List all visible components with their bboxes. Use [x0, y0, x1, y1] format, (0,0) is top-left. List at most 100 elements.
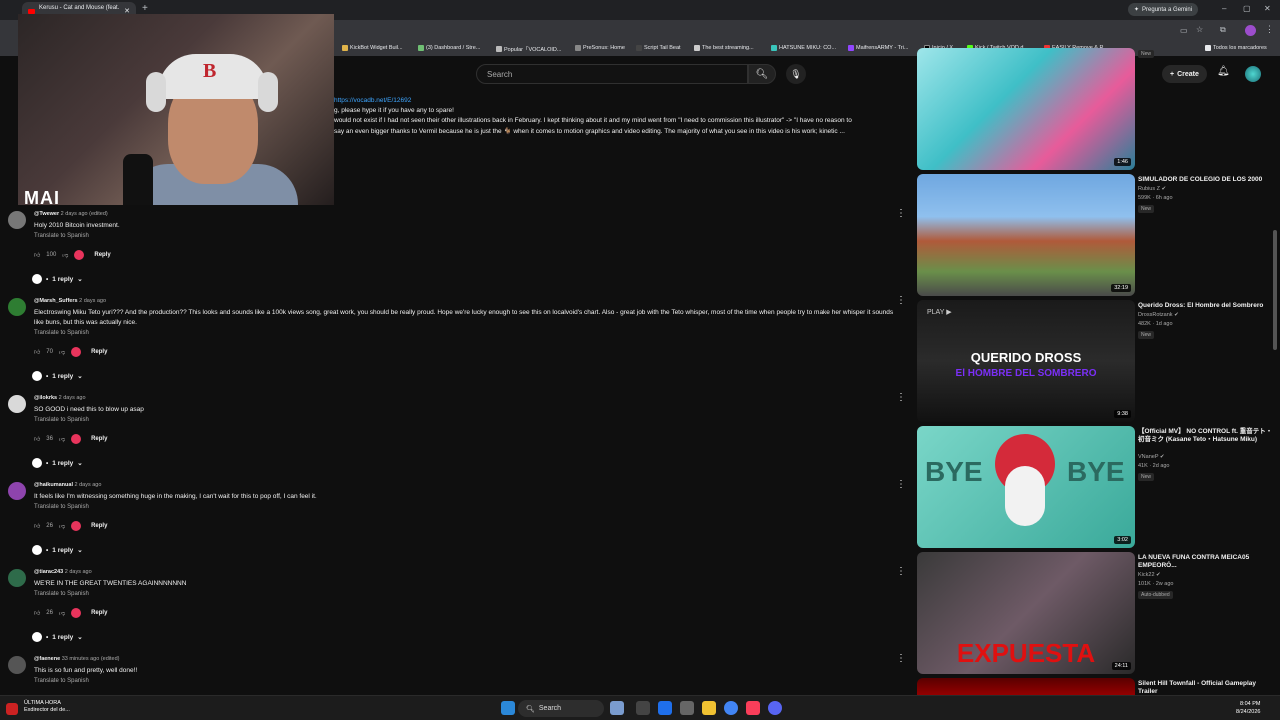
- minimize-icon[interactable]: –: [1222, 4, 1226, 13]
- comment-time[interactable]: 2 days ago: [75, 482, 102, 488]
- like-icon[interactable]: 👍︎: [34, 522, 40, 530]
- comment-author[interactable]: @tiarac243: [34, 569, 63, 575]
- video-thumbnail[interactable]: 1:46: [917, 48, 1135, 170]
- comment-menu-icon[interactable]: ⋮: [896, 479, 906, 490]
- notifications-bell-icon[interactable]: 🔔︎: [1217, 66, 1230, 77]
- all-bookmarks[interactable]: Todos los marcadores: [1205, 45, 1267, 51]
- chrome-icon[interactable]: [724, 701, 738, 715]
- translate-link[interactable]: Translate to Spanish: [34, 678, 89, 684]
- commenter-avatar[interactable]: [8, 211, 26, 229]
- voice-search-button[interactable]: 🎙︎: [786, 64, 806, 84]
- view-replies-button[interactable]: • 1 reply ⌄: [32, 274, 83, 284]
- news-widget[interactable]: ÚLTIMA HORA Exdirector del de...: [24, 700, 70, 714]
- star-icon[interactable]: ☆: [1196, 25, 1203, 34]
- comment-time[interactable]: 2 days ago: [59, 395, 86, 401]
- video-thumbnail[interactable]: PLAY ▶ QUERIDO DROSS El HOMBRE DEL SOMBRER…: [917, 300, 1135, 422]
- reply-button[interactable]: Reply: [91, 349, 107, 355]
- dislike-icon[interactable]: 👎︎: [59, 435, 65, 443]
- discord-icon[interactable]: [768, 701, 782, 715]
- menu-icon[interactable]: ⋮: [1265, 24, 1274, 35]
- gemini-button[interactable]: ✦ Pregunta a Gemini: [1128, 3, 1199, 16]
- video-title[interactable]: Silent Hill Townfall - Official Gameplay…: [1138, 680, 1273, 696]
- video-thumbnail[interactable]: BYE BYE 3:02: [917, 426, 1135, 548]
- reply-button[interactable]: Reply: [91, 436, 107, 442]
- reply-button[interactable]: Reply: [94, 252, 110, 258]
- commenter-avatar[interactable]: [8, 656, 26, 674]
- reply-button[interactable]: Reply: [91, 523, 107, 529]
- comment-time[interactable]: 33 minutes ago (edited): [62, 656, 120, 662]
- comment-time[interactable]: 2 days ago: [65, 569, 92, 575]
- edge-icon[interactable]: [658, 701, 672, 715]
- comment-menu-icon[interactable]: ⋮: [896, 566, 906, 577]
- dislike-icon[interactable]: 👎︎: [59, 348, 65, 356]
- account-avatar[interactable]: [1245, 66, 1261, 82]
- video-title[interactable]: 【Official MV】 NO CONTROL ft. 重音テト・初音ミク (…: [1138, 428, 1273, 444]
- video-thumbnail[interactable]: 32:19: [917, 174, 1135, 296]
- new-tab-icon[interactable]: +: [142, 3, 148, 14]
- comment-author[interactable]: @faenene: [34, 656, 60, 662]
- comment-author[interactable]: @Twewer: [34, 211, 59, 217]
- channel-name[interactable]: Rubius Z ✔: [1138, 186, 1166, 192]
- view-replies-button[interactable]: • 1 reply ⌄: [32, 545, 83, 555]
- video-title[interactable]: Querido Dross: El Hombre del Sombrero: [1138, 302, 1273, 310]
- bookmark-item[interactable]: HATSUNE MIKU: CO...: [771, 45, 836, 51]
- like-icon[interactable]: 👍︎: [34, 609, 40, 617]
- search-button[interactable]: 🔍︎: [748, 64, 776, 84]
- translate-link[interactable]: Translate to Spanish: [34, 504, 89, 510]
- comment-menu-icon[interactable]: ⋮: [896, 295, 906, 306]
- bookmark-item[interactable]: PreSonus: Home: [575, 45, 625, 51]
- bookmark-item[interactable]: The best streaming...: [694, 45, 754, 51]
- channel-name[interactable]: DrossRotzank ✔: [1138, 312, 1179, 318]
- translate-link[interactable]: Translate to Spanish: [34, 417, 89, 423]
- close-window-icon[interactable]: ✕: [1264, 4, 1271, 13]
- translate-link[interactable]: Translate to Spanish: [34, 233, 89, 239]
- comment-time[interactable]: 2 days ago (edited): [61, 211, 108, 217]
- commenter-avatar[interactable]: [8, 482, 26, 500]
- comment-time[interactable]: 2 days ago: [79, 298, 106, 304]
- video-title[interactable]: LA NUEVA FUNA CONTRA MEICA05 EMPEORÓ...: [1138, 554, 1273, 570]
- bookmark-item[interactable]: Script Tail Beat: [636, 45, 681, 51]
- like-icon[interactable]: 👍︎: [34, 435, 40, 443]
- vocadb-link[interactable]: https://vocadb.net/E/12692: [334, 97, 411, 104]
- extensions-icon[interactable]: ⧉: [1220, 25, 1226, 35]
- view-replies-button[interactable]: • 1 reply ⌄: [32, 371, 83, 381]
- maximize-icon[interactable]: ▢: [1243, 4, 1251, 13]
- settings-icon[interactable]: [680, 701, 694, 715]
- commenter-avatar[interactable]: [8, 298, 26, 316]
- scrollbar[interactable]: [1273, 230, 1277, 350]
- channel-name[interactable]: VNaneP ✔: [1138, 454, 1165, 460]
- bookmark-item[interactable]: Popular「VOCALOID...: [496, 45, 561, 53]
- start-icon[interactable]: [501, 701, 515, 715]
- profile-avatar[interactable]: [1245, 25, 1256, 36]
- news-widget-icon[interactable]: [6, 703, 18, 715]
- dislike-icon[interactable]: 👎︎: [62, 251, 68, 259]
- search-input[interactable]: Search: [476, 64, 748, 84]
- reply-button[interactable]: Reply: [91, 610, 107, 616]
- bookmark-item[interactable]: MaifrensARMY - Tri...: [848, 45, 908, 51]
- translate-link[interactable]: Translate to Spanish: [34, 591, 89, 597]
- comment-author[interactable]: @Marsh_Suffers: [34, 298, 78, 304]
- dislike-icon[interactable]: 👎︎: [59, 609, 65, 617]
- view-replies-button[interactable]: • 1 reply ⌄: [32, 632, 83, 642]
- task-view-icon[interactable]: [636, 701, 650, 715]
- like-icon[interactable]: 👍︎: [34, 348, 40, 356]
- video-title[interactable]: SIMULADOR DE COLEGIO DE LOS 2000: [1138, 176, 1273, 184]
- comment-menu-icon[interactable]: ⋮: [896, 653, 906, 664]
- comment-author[interactable]: @haikumanual: [34, 482, 73, 488]
- commenter-avatar[interactable]: [8, 395, 26, 413]
- like-icon[interactable]: 👍︎: [34, 251, 40, 259]
- widgets-icon[interactable]: [610, 701, 624, 715]
- comment-menu-icon[interactable]: ⋮: [896, 208, 906, 219]
- bookmark-item[interactable]: KickBot Widget Buil...: [342, 45, 403, 51]
- taskbar-search[interactable]: 🔍︎ Search: [518, 700, 604, 717]
- view-replies-button[interactable]: • 1 reply ⌄: [32, 458, 83, 468]
- channel-name[interactable]: Kick22 ✔: [1138, 572, 1161, 578]
- music-icon[interactable]: [746, 701, 760, 715]
- comment-menu-icon[interactable]: ⋮: [896, 392, 906, 403]
- create-button[interactable]: + Create: [1162, 65, 1207, 83]
- bookmark-item[interactable]: (3) Dashboard / Stre...: [418, 45, 480, 51]
- cast-icon[interactable]: ▭: [1180, 26, 1188, 35]
- translate-link[interactable]: Translate to Spanish: [34, 330, 89, 336]
- video-thumbnail[interactable]: EXPUESTA 24:11: [917, 552, 1135, 674]
- file-explorer-icon[interactable]: [702, 701, 716, 715]
